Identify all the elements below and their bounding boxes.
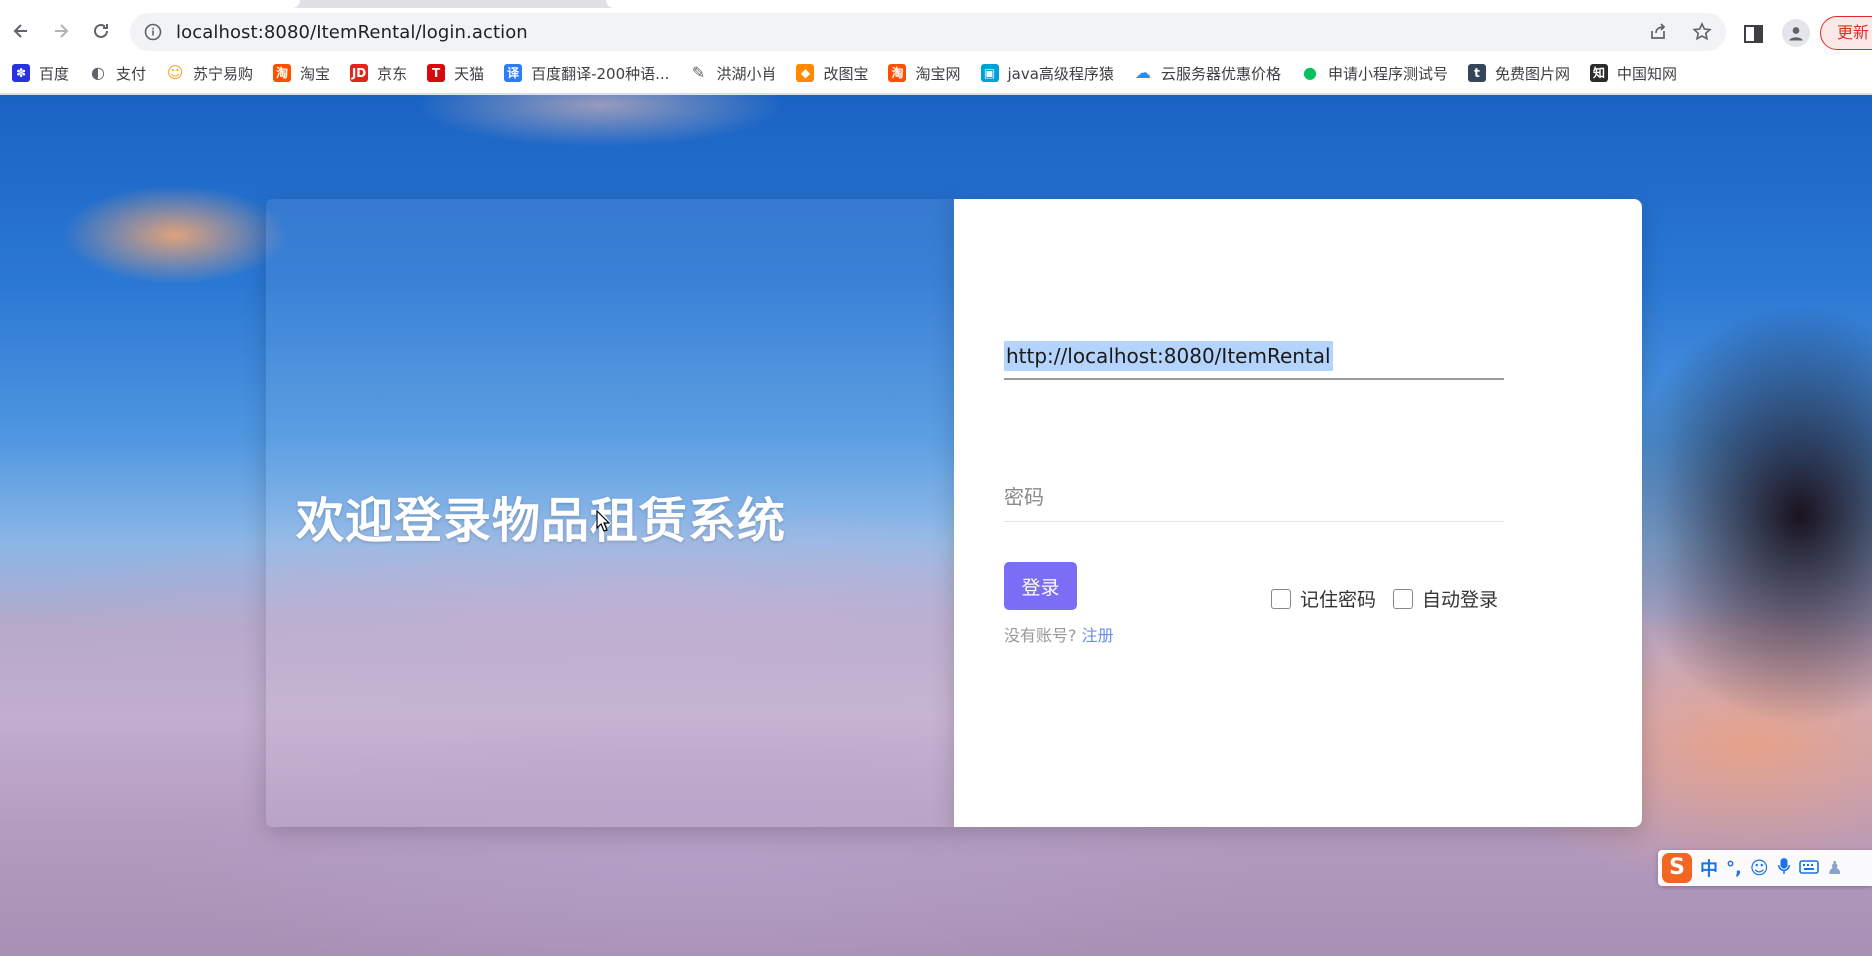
auto-login-label: 自动登录 <box>1422 589 1499 611</box>
bookmark-label: 京东 <box>377 64 408 83</box>
bookmark-label: 苏宁易购 <box>193 64 254 83</box>
bookmark-item[interactable]: JD 京东 <box>350 59 407 87</box>
welcome-panel: 欢迎登录物品租赁系统 <box>266 199 954 827</box>
reload-icon <box>94 23 108 38</box>
arrow-right-icon <box>55 24 69 38</box>
bookmark-label: 百度翻译-200种语... <box>531 64 670 83</box>
no-account-text: 没有账号? <box>1004 626 1077 645</box>
password-underline <box>1004 521 1504 522</box>
side-panel-icon[interactable] <box>1742 22 1766 46</box>
bookmark-item[interactable]: ▣ java高级程序猿 <box>980 59 1114 87</box>
bookmark-item[interactable]: ◆ 改图宝 <box>796 59 868 87</box>
remember-password-label: 记住密码 <box>1300 589 1377 611</box>
bookmark-label: 免费图片网 <box>1494 64 1570 83</box>
auto-login-checkbox[interactable] <box>1393 588 1413 609</box>
keyboard-icon[interactable] <box>1798 858 1819 879</box>
reload-button[interactable] <box>86 16 116 46</box>
bookmark-item[interactable]: ☁ 云服务器优惠价格 <box>1134 59 1281 87</box>
bookmark-item[interactable]: 淘淘宝网 <box>888 59 961 87</box>
bookmark-label: 云服务器优惠价格 <box>1160 64 1281 83</box>
tmall-icon: T <box>427 64 446 82</box>
taobao-icon: 淘 <box>888 64 907 82</box>
browser-toolbar: localhost:8080/ItemRental/login.action 更… <box>0 10 1872 54</box>
url-text[interactable]: localhost:8080/ItemRental/login.action <box>176 22 528 43</box>
gaitubao-icon: ◆ <box>796 64 815 82</box>
register-link[interactable]: 注册 <box>1082 626 1114 645</box>
arrow-left-icon <box>13 24 27 38</box>
mouse-cursor-icon <box>596 510 610 532</box>
bookmark-label: 支付 <box>116 64 147 83</box>
remember-password-option[interactable]: 记住密码 <box>1271 585 1376 612</box>
username-input[interactable]: http://localhost:8080/ItemRental <box>1004 341 1333 371</box>
microphone-icon[interactable] <box>1777 857 1791 880</box>
bookmark-label: 申请小程序测试号 <box>1327 64 1448 83</box>
tumblr-icon: t <box>1467 64 1486 82</box>
bookmark-label: java高级程序猿 <box>1007 64 1114 83</box>
welcome-title: 欢迎登录物品租赁系统 <box>296 493 787 549</box>
bookmark-label: 淘宝网 <box>915 64 961 83</box>
bookmark-item[interactable]: ✽ 百度 <box>12 59 69 87</box>
password-input[interactable] <box>1004 473 1504 521</box>
login-page: 欢迎登录物品租赁系统 http://localhost:8080/ItemRen… <box>0 95 1872 956</box>
jd-icon: JD <box>350 64 369 82</box>
bookmarks-bar: ✽ 百度 ◐ 支付 ☺ 苏宁易购淘淘宝 JD 京东 T 天猫译百度翻译-200种语... ✎ 洪湖小肖… <box>0 58 1872 88</box>
bird-icon: ✎ <box>691 63 706 82</box>
bookmark-label: 百度 <box>39 64 70 83</box>
bookmark-item[interactable]: ● 申请小程序测试号 <box>1301 59 1448 87</box>
inactive-tab[interactable] <box>606 0 1872 8</box>
username-underline <box>1004 378 1504 380</box>
ime-toolbar[interactable]: S 中 °, ☺ ♟ <box>1658 850 1872 886</box>
bookmark-label: 天猫 <box>454 64 485 83</box>
browser-chrome: localhost:8080/ItemRental/login.action 更… <box>0 0 1872 94</box>
bookmark-star-icon[interactable] <box>1690 19 1714 45</box>
bookmark-label: 淘宝 <box>300 64 331 83</box>
bookmark-label: 改图宝 <box>823 64 869 83</box>
bookmark-item[interactable]: ✎ 洪湖小肖 <box>689 59 777 87</box>
register-row: 没有账号? 注册 <box>1004 622 1114 646</box>
auto-login-option[interactable]: 自动登录 <box>1393 585 1498 612</box>
sogou-logo-icon[interactable]: S <box>1662 853 1692 883</box>
login-button[interactable]: 登录 <box>1004 562 1077 610</box>
forward-button[interactable] <box>46 16 76 46</box>
update-button[interactable]: 更新 <box>1820 16 1872 50</box>
cloud-icon: ☁ <box>1134 63 1151 82</box>
bookmark-label: 洪湖小肖 <box>716 64 777 83</box>
back-button[interactable] <box>6 16 36 46</box>
bookmark-item[interactable]: ☺ 苏宁易购 <box>166 59 253 87</box>
address-bar[interactable]: localhost:8080/ItemRental/login.action <box>130 13 1726 51</box>
profile-avatar-icon[interactable] <box>1782 19 1810 47</box>
bookmark-item[interactable]: 知中国知网 <box>1589 59 1677 87</box>
user-settings-icon[interactable]: ♟ <box>1827 858 1843 879</box>
ime-mode[interactable]: 中 <box>1700 855 1718 881</box>
info-icon[interactable] <box>144 23 162 41</box>
bookmark-item[interactable]: ◐ 支付 <box>89 59 146 87</box>
login-form-card: http://localhost:8080/ItemRental 登录 没有账号… <box>954 199 1642 827</box>
smiley-icon[interactable]: ☺ <box>1750 858 1769 879</box>
bookmark-item[interactable]: 译百度翻译-200种语... <box>504 59 669 87</box>
bookmark-label: 中国知网 <box>1616 64 1677 83</box>
cnki-icon: 知 <box>1589 64 1608 82</box>
tab-strip <box>0 0 1872 8</box>
globe-icon: ◐ <box>91 63 105 82</box>
translate-icon: 译 <box>504 64 523 82</box>
bookmark-item[interactable]: 淘淘宝 <box>273 59 330 87</box>
bookmark-item[interactable]: t 免费图片网 <box>1467 59 1570 87</box>
bilibili-icon: ▣ <box>980 64 999 82</box>
wechat-icon: ● <box>1302 63 1317 82</box>
taobao-icon: 淘 <box>273 64 292 82</box>
ime-punctuation[interactable]: °, <box>1726 858 1742 879</box>
remember-password-checkbox[interactable] <box>1271 588 1291 609</box>
suning-icon: ☺ <box>166 63 184 82</box>
share-icon[interactable] <box>1646 19 1670 45</box>
active-tab[interactable] <box>0 0 300 8</box>
baidu-paw-icon: ✽ <box>12 64 30 82</box>
bookmark-item[interactable]: T 天猫 <box>427 59 484 87</box>
